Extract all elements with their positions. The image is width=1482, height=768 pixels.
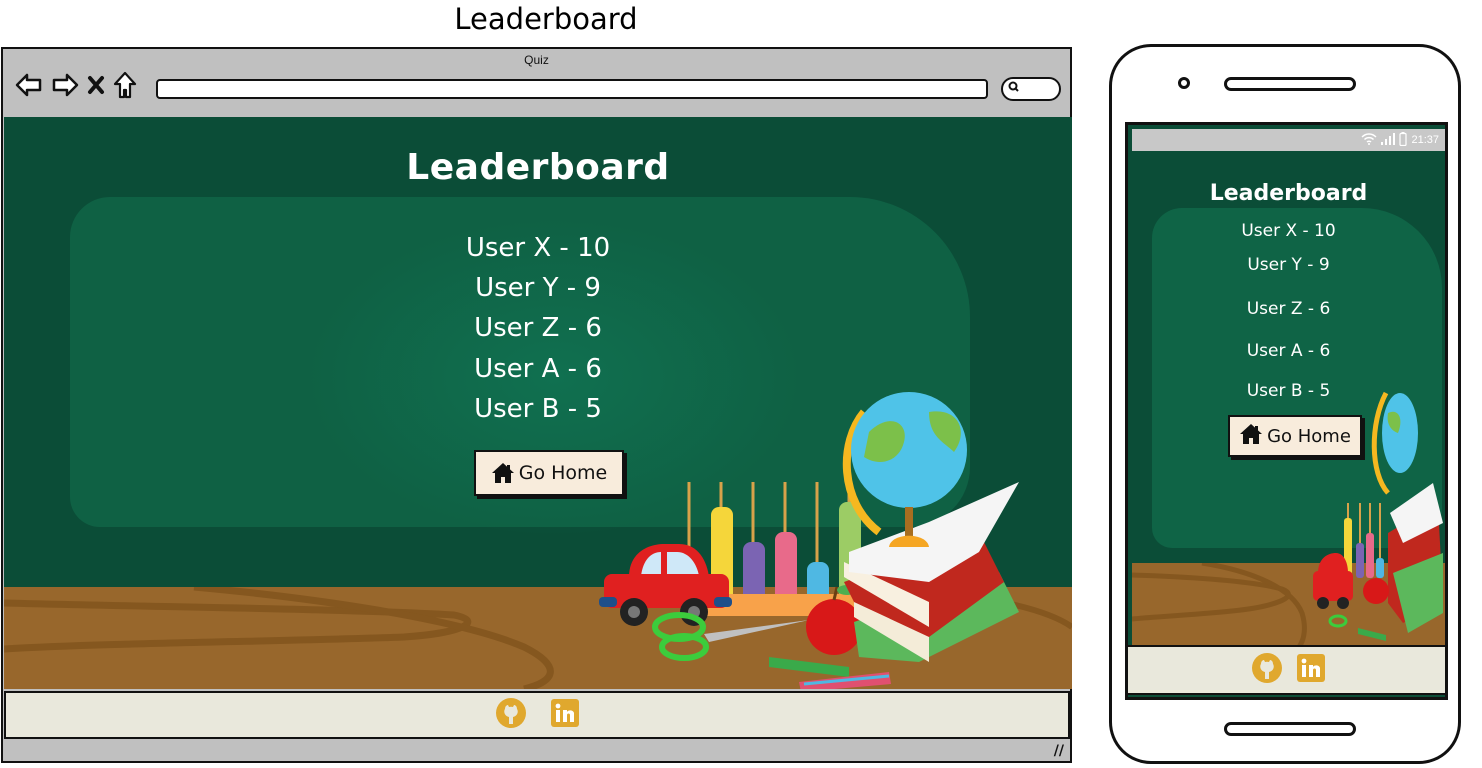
home-icon[interactable] [113,71,137,99]
books-illustration [844,482,1019,662]
leaderboard-heading: Leaderboard [406,147,670,188]
browser-nav [15,71,137,99]
leaderboard-heading: Leaderboard [1209,181,1368,206]
phone-speaker [1224,77,1356,91]
browser-window: Quiz Leaderboard User X - 10 User Y - 9 … [1,47,1072,763]
home-icon [1239,423,1263,450]
phone-app-viewport: Leaderboard User X - 10 User Y - 9 User … [1132,153,1445,645]
site-footer [4,691,1070,739]
page-title: Leaderboard [454,2,638,36]
search-box[interactable] [1001,77,1061,101]
app-viewport: Leaderboard User X - 10 User Y - 9 User … [4,117,1072,689]
linkedin-icon[interactable] [1297,654,1325,686]
leaderboard-entry: User X - 10 [465,233,611,263]
phone-home-bar[interactable] [1224,722,1356,736]
github-icon[interactable] [495,697,527,733]
signal-icon [1381,132,1396,148]
scissors-illustration [652,612,809,661]
browser-status-bar: // [4,741,1070,761]
leaderboard-entry: User X - 10 [1241,221,1336,241]
back-arrow-icon[interactable] [15,72,43,98]
wifi-icon [1361,132,1377,148]
leaderboard-entry: User Y - 9 [1247,255,1330,275]
leaderboard-entry: User Z - 6 [474,313,602,343]
url-bar[interactable] [156,79,988,99]
phone-status-bar: 21:37 [1132,129,1445,151]
resize-grip-icon[interactable]: // [1054,743,1064,759]
search-icon [1008,81,1020,96]
phone-screen: 21:37 Leaderboard User X - 10 User Y - 9… [1125,122,1448,700]
site-footer [1128,645,1445,695]
leaderboard-entry: User Y - 9 [475,273,601,303]
leaderboard-entry: User Z - 6 [1246,299,1331,319]
linkedin-icon[interactable] [551,699,579,731]
home-icon [491,462,515,484]
phone-camera [1178,77,1190,89]
leaderboard-entry: User A - 6 [1246,341,1331,361]
battery-icon [1399,131,1408,149]
phone-device: 21:37 Leaderboard User X - 10 User Y - 9… [1109,44,1461,764]
status-time: 21:37 [1411,134,1439,146]
pencils-illustration [769,657,891,689]
close-x-icon[interactable] [87,74,105,96]
github-icon[interactable] [1251,652,1283,688]
browser-window-title: Quiz [524,53,549,67]
school-supplies-illustration [599,392,1019,689]
go-home-label: Go Home [518,462,608,484]
forward-arrow-icon[interactable] [51,72,79,98]
school-supplies-illustration [1313,391,1443,641]
